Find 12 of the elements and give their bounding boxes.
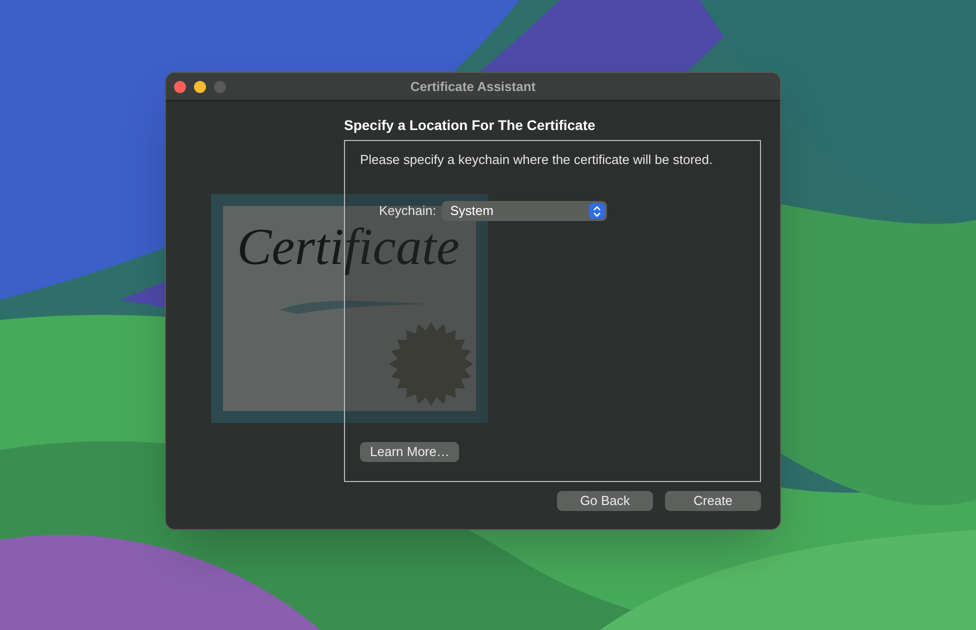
chevron-updown-icon xyxy=(589,203,606,219)
minimize-button[interactable] xyxy=(194,81,206,93)
primary-button[interactable]: Create xyxy=(665,491,761,511)
learn-more-button[interactable]: Learn More… xyxy=(360,442,460,462)
section-heading: Specify a Location For The Certificate xyxy=(344,116,596,134)
keychain-popup[interactable]: System xyxy=(442,201,608,221)
window-title: Certificate Assistant xyxy=(410,78,536,96)
secondary-button[interactable]: Go Back xyxy=(557,491,653,511)
instruction-text: Please specify a keychain where the certificate will be stored. xyxy=(360,151,714,168)
keychain-label: Keychain: xyxy=(379,202,436,220)
seal-icon xyxy=(388,321,474,407)
close-button[interactable] xyxy=(174,81,186,93)
